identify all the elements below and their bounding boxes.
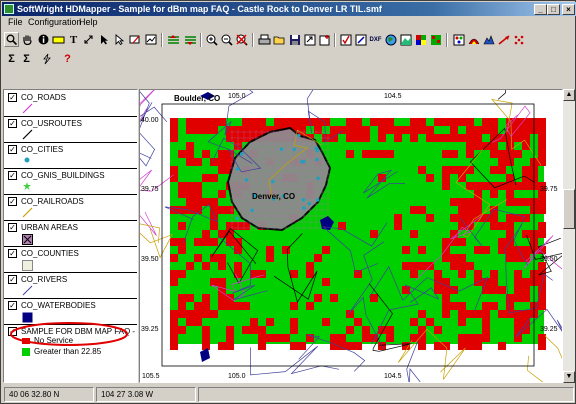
menu-configuration[interactable]: Configuration	[28, 16, 82, 29]
axis-tick: 39.50	[141, 256, 159, 263]
menu-help[interactable]: Help	[79, 16, 98, 29]
globe-icon[interactable]	[383, 32, 398, 47]
layer-checkbox[interactable]: ✓	[8, 93, 17, 102]
layer-checkbox[interactable]: ✓	[8, 301, 17, 310]
help-icon[interactable]: ?	[60, 51, 75, 66]
layer-checkbox[interactable]: ✓	[8, 171, 17, 180]
axis-tick: 40.00	[141, 117, 159, 124]
cut-icon[interactable]	[127, 32, 142, 47]
export-icon[interactable]	[302, 32, 317, 47]
axis-tick: 104.5	[384, 373, 402, 380]
edit-icon[interactable]	[353, 32, 368, 47]
hand-icon[interactable]	[20, 32, 35, 47]
layer-up-icon[interactable]	[166, 32, 181, 47]
scroll-up-icon[interactable]: ▲	[563, 89, 575, 101]
terrain-icon[interactable]	[398, 32, 413, 47]
palette-icon[interactable]	[451, 32, 466, 47]
open-folder-icon[interactable]	[272, 32, 287, 47]
app-icon	[4, 4, 14, 14]
axis-tick: 39.50	[540, 256, 558, 263]
county-symbol-icon	[22, 260, 33, 271]
zoom-in-icon[interactable]	[204, 32, 219, 47]
river-symbol-icon	[22, 285, 33, 296]
zoom-cancel-icon[interactable]	[234, 32, 249, 47]
resize-arrow-icon[interactable]	[81, 32, 96, 47]
scroll-down-icon[interactable]: ▼	[563, 371, 575, 383]
title-bar[interactable]: SoftWright HDMapper - Sample for dBm map…	[2, 2, 576, 16]
vertical-scrollbar[interactable]: ▲ ▼	[563, 89, 575, 383]
draw-pointer-icon[interactable]	[112, 32, 127, 47]
urban-symbol-icon	[22, 234, 33, 245]
new-layer-icon[interactable]	[317, 32, 332, 47]
status-longitude: 104 27 3.08 W	[96, 387, 196, 402]
layer-down-icon[interactable]	[183, 32, 198, 47]
layer-list: ✓ CO_ROADS ✓ CO_USROUTES ✓ CO_CITIES ✓ C…	[3, 89, 138, 383]
status-empty	[198, 387, 574, 402]
layer-checkbox[interactable]: ✓	[8, 223, 17, 232]
image-icon[interactable]	[143, 32, 158, 47]
axis-tick: 105.5	[142, 373, 160, 380]
window-title: SoftWright HDMapper - Sample for dBm map…	[17, 4, 382, 14]
print-icon[interactable]	[257, 32, 272, 47]
points-icon[interactable]	[511, 32, 526, 47]
layer-checkbox[interactable]: ✓	[8, 145, 17, 154]
minimize-button[interactable]: _	[534, 4, 547, 15]
menu-file[interactable]: File	[8, 16, 23, 29]
zoom-icon[interactable]	[4, 32, 19, 47]
grid-color-icon[interactable]	[413, 32, 428, 47]
sum-icon[interactable]: Σ	[4, 51, 19, 66]
label-icon[interactable]	[51, 32, 66, 47]
layer-checkbox[interactable]: ✓	[8, 275, 17, 284]
scroll-thumb[interactable]	[563, 189, 575, 229]
layer-checkbox[interactable]: ✓	[8, 197, 17, 206]
coverage-icon[interactable]	[428, 32, 443, 47]
close-button[interactable]: ×	[562, 4, 575, 15]
highlight-ellipse	[10, 322, 128, 346]
app-window: SoftWright HDMapper - Sample for dBm map…	[0, 0, 576, 404]
layer-checkbox[interactable]: ✓	[8, 119, 17, 128]
city-symbol-icon	[24, 157, 30, 163]
toolbar-main: T DXF	[2, 30, 576, 50]
place-label: Boulder, CO	[174, 94, 220, 103]
zoom-out-icon[interactable]	[219, 32, 234, 47]
info-icon[interactable]	[36, 32, 51, 47]
toolbar-secondary: Σ Σ ?	[2, 49, 576, 69]
legend-label: Greater than 22.85	[34, 347, 102, 356]
sum-alt-icon[interactable]: Σ	[19, 51, 34, 66]
axis-tick: 39.75	[540, 186, 558, 193]
contour-icon[interactable]	[466, 32, 481, 47]
lightning-icon[interactable]	[39, 51, 54, 66]
text-tool-icon[interactable]: T	[66, 32, 81, 47]
status-bar: 40 06 32.80 N 104 27 3.08 W	[2, 385, 576, 404]
legend-swatch-service	[22, 348, 30, 356]
axis-tick: 39.75	[141, 186, 159, 193]
map-canvas[interactable]: Boulder, CO Denver, CO 105.0 104.5 105.5…	[140, 90, 562, 382]
dxf-icon[interactable]: DXF	[368, 32, 383, 47]
menu-bar: File Configuration Help	[2, 16, 576, 29]
axis-tick: 105.0	[228, 93, 246, 100]
status-latitude: 40 06 32.80 N	[4, 387, 94, 402]
maximize-button[interactable]: □	[547, 4, 560, 15]
map-view[interactable]: Boulder, CO Denver, CO 105.0 104.5 105.5…	[139, 89, 563, 383]
roads-symbol-icon	[22, 103, 33, 114]
railroad-symbol-icon	[22, 207, 33, 218]
axis-tick: 105.0	[228, 373, 246, 380]
building-symbol-icon	[23, 182, 31, 190]
profile-icon[interactable]	[481, 32, 496, 47]
layer-checkbox[interactable]: ✓	[8, 249, 17, 258]
save-icon[interactable]	[287, 32, 302, 47]
check-icon[interactable]	[338, 32, 353, 47]
axis-tick: 39.25	[540, 326, 558, 333]
axis-tick: 39.25	[141, 326, 159, 333]
usroutes-symbol-icon	[22, 129, 33, 140]
place-label: Denver, CO	[252, 192, 295, 201]
map-arrow-icon[interactable]	[496, 32, 511, 47]
select-pointer-icon[interactable]	[97, 32, 112, 47]
axis-tick: 104.5	[384, 93, 402, 100]
